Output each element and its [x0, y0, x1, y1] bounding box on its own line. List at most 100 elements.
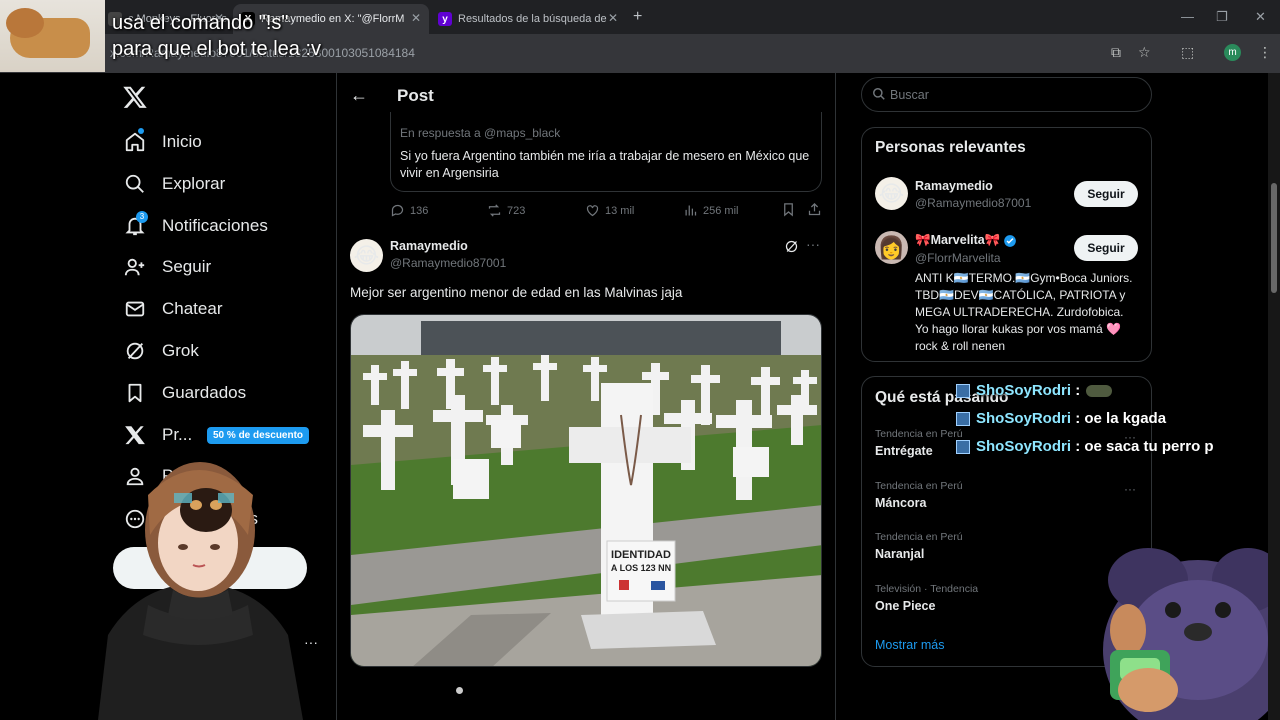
- trend-name[interactable]: Naranjal: [875, 547, 924, 561]
- views-button[interactable]: 256 mil: [683, 203, 738, 218]
- person-name[interactable]: 🎀Marvelita🎀: [915, 233, 1017, 248]
- views-icon: [685, 205, 697, 216]
- nav-premium[interactable]: Pr...: [124, 421, 192, 449]
- follow-icon: [124, 256, 146, 278]
- avatar[interactable]: 😂: [350, 239, 383, 272]
- panel-title: Personas relevantes: [875, 139, 1026, 156]
- tab-title: Resultados de la búsqueda de: [458, 13, 607, 25]
- promo-badge[interactable]: 50 % de descuento: [207, 427, 310, 444]
- grok-icon[interactable]: [784, 239, 799, 254]
- back-arrow-icon[interactable]: ←: [350, 85, 368, 106]
- notification-count-badge: 3: [136, 211, 148, 223]
- retweet-button[interactable]: 723: [487, 203, 525, 218]
- author-handle[interactable]: @Ramaymedio87001: [390, 256, 506, 270]
- trend-meta: Televisión · Tendencia: [875, 583, 979, 595]
- nav-label: Pr...: [162, 425, 193, 444]
- trend-name[interactable]: Máncora: [875, 496, 926, 510]
- search-icon: [124, 173, 146, 195]
- tweet-text: Mejor ser argentino menor de edad en las…: [350, 285, 683, 300]
- nav-label: Guardados: [162, 383, 247, 402]
- yahoo-favicon-icon: y: [438, 12, 452, 26]
- chat-text: : oe saca tu perro p: [1075, 438, 1214, 455]
- cemetery-photo: IDENTIDAD A LOS 123 NN: [351, 315, 821, 666]
- nav-label: Grok: [162, 341, 199, 360]
- nav-explorar[interactable]: Explorar: [124, 170, 225, 198]
- nav-inicio[interactable]: Inicio: [124, 128, 202, 156]
- home-icon: [124, 131, 146, 153]
- tweet-image[interactable]: IDENTIDAD A LOS 123 NN: [350, 314, 822, 667]
- tab-yahoo[interactable]: y Resultados de la búsqueda de ✕: [430, 4, 626, 34]
- more-options-icon[interactable]: ···: [806, 236, 820, 252]
- chat-message: ShoSoyRodri : oe saca tu perro p: [956, 438, 1214, 455]
- nav-chatear[interactable]: Chatear: [124, 295, 222, 323]
- grok-icon: [124, 340, 146, 362]
- chat-badge-icon: [956, 439, 970, 454]
- person-handle: @Ramaymedio87001: [915, 196, 1032, 210]
- trend-name[interactable]: Entrégate: [875, 444, 933, 458]
- person-name-text: 🎀Marvelita🎀: [915, 233, 1001, 247]
- person-handle: @FlorrMarvelita: [915, 251, 1001, 265]
- reply-button[interactable]: 136: [390, 203, 428, 218]
- window-close-icon[interactable]: ✕: [1255, 9, 1266, 25]
- avatar[interactable]: 👩: [875, 231, 908, 264]
- follow-button[interactable]: Seguir: [1074, 181, 1138, 207]
- mail-icon: [124, 298, 146, 320]
- like-button[interactable]: 13 mil: [585, 203, 634, 218]
- stream-command-overlay: usa el comando "!s" para que el bot te l…: [112, 10, 321, 62]
- share-icon[interactable]: [807, 202, 822, 217]
- bookmark-icon[interactable]: [781, 202, 796, 217]
- avatar[interactable]: 😂: [875, 177, 908, 210]
- chat-text: :: [1075, 382, 1081, 399]
- close-icon[interactable]: ✕: [411, 11, 421, 25]
- page-scrollbar[interactable]: [1268, 73, 1280, 720]
- retweet-count: 723: [507, 204, 526, 217]
- extensions-icon[interactable]: ⬚: [1181, 44, 1194, 61]
- nav-seguir[interactable]: Seguir: [124, 253, 211, 281]
- x-premium-icon: [124, 424, 146, 446]
- turtle-emote-icon: [1086, 384, 1113, 397]
- heart-icon: [586, 205, 599, 217]
- nav-label: Explorar: [162, 174, 226, 193]
- trend-name[interactable]: One Piece: [875, 599, 935, 613]
- nav-label: Seguir: [162, 257, 212, 276]
- scrollbar-thumb[interactable]: [1271, 183, 1277, 293]
- author-name[interactable]: Ramaymedio: [390, 239, 468, 253]
- nav-grok[interactable]: Grok: [124, 337, 199, 365]
- restore-icon[interactable]: ❐: [1216, 9, 1228, 25]
- retweet-icon: [488, 204, 501, 217]
- close-icon[interactable]: ✕: [608, 11, 618, 25]
- views-count: 256 mil: [703, 204, 739, 217]
- reply-icon: [391, 204, 404, 217]
- bear-mascot: [1103, 548, 1280, 720]
- sign-line-1: IDENTIDAD: [611, 549, 671, 561]
- chat-message: ShoSoyRodri : oe la kgada: [956, 410, 1166, 427]
- trend-meta: Tendencia en Perú: [875, 531, 963, 543]
- reply-to-label: En respuesta a @maps_black: [400, 126, 561, 140]
- chat-message: ShoSoyRodri :: [956, 382, 1113, 399]
- verified-badge-icon: [1004, 234, 1017, 247]
- install-app-icon[interactable]: ⧉: [1111, 44, 1121, 61]
- chat-text: : oe la kgada: [1075, 410, 1167, 427]
- show-more-link[interactable]: Mostrar más: [875, 638, 944, 652]
- new-tab-icon[interactable]: +: [633, 8, 642, 26]
- sign-line-2: A LOS 123 NN: [611, 563, 671, 573]
- more-options-icon[interactable]: ···: [1124, 482, 1136, 496]
- x-logo-icon[interactable]: [122, 84, 148, 110]
- trend-meta: Tendencia en Perú: [875, 480, 963, 492]
- profile-avatar[interactable]: m: [1224, 44, 1241, 61]
- star-icon[interactable]: ☆: [1138, 44, 1151, 61]
- chat-badge-icon: [956, 383, 970, 398]
- chat-user: ShoSoyRodri: [976, 410, 1072, 427]
- quoted-tweet-text: Si yo fuera Argentino también me iría a …: [400, 149, 810, 180]
- kebab-menu-icon[interactable]: ⋮: [1258, 44, 1272, 61]
- trend-meta: Tendencia en Perú: [875, 428, 963, 440]
- follow-button[interactable]: Seguir: [1074, 235, 1138, 261]
- person-name[interactable]: Ramaymedio: [915, 179, 993, 193]
- nav-guardados[interactable]: Guardados: [124, 379, 246, 407]
- unread-dot: [138, 128, 144, 134]
- reply-count: 136: [410, 204, 429, 217]
- command-line-1: usa el comando "!s": [112, 12, 289, 34]
- chat-user: ShoSoyRodri: [976, 438, 1072, 455]
- dog-webcam: [0, 0, 105, 72]
- minimize-icon[interactable]: —: [1181, 9, 1194, 24]
